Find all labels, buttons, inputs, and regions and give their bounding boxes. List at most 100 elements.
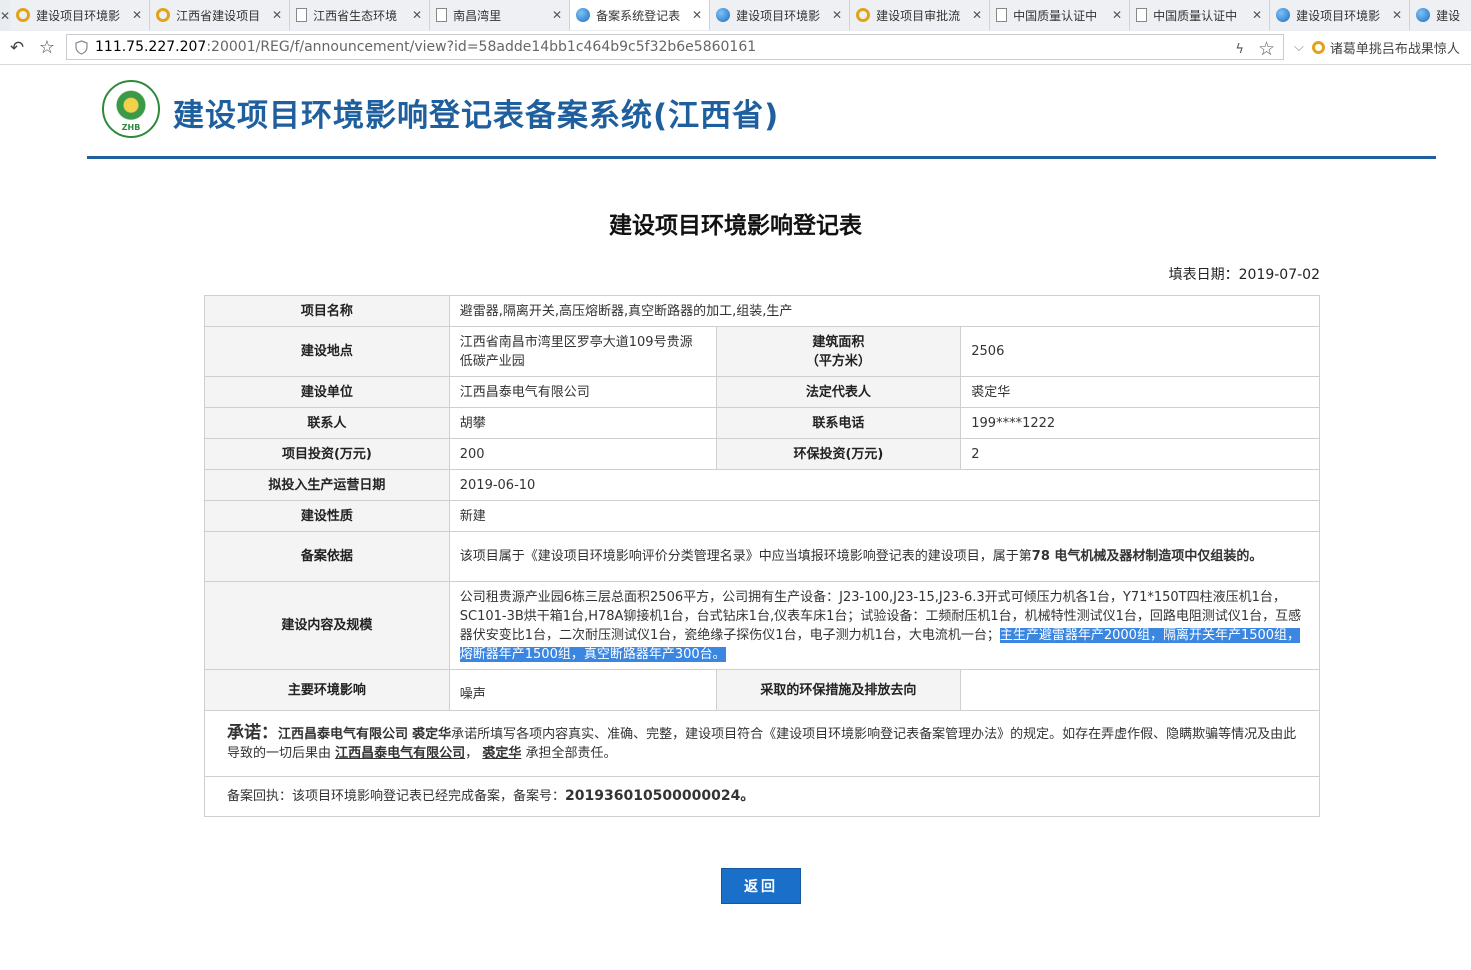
tab-8[interactable]: 中国质量认证中 ✕ bbox=[1130, 0, 1271, 30]
table-row: 建设单位 江西昌泰电气有限公司 法定代表人 裘定华 bbox=[204, 376, 1320, 408]
tab-4[interactable]: 备案系统登记表 ✕ bbox=[570, 0, 711, 30]
label-unit: 建设单位 bbox=[204, 376, 450, 408]
tab-5[interactable]: 建设项目环境影 ✕ bbox=[710, 0, 851, 30]
tab-7[interactable]: 中国质量认证中 ✕ bbox=[990, 0, 1131, 30]
promise-person: 裘定华 bbox=[412, 727, 452, 742]
tab-list: 建设项目环境影 ✕ 江西省建设项目 ✕ 江西省生态环境 ✕ 南昌湾里 ✕ 备案系统登记表 ✕ 建设项… bbox=[10, 0, 1471, 31]
search-input[interactable]: ⌵ 诸葛单挑吕布战果惊人 bbox=[1288, 34, 1468, 60]
chevron-down-icon[interactable]: ⌵ bbox=[1294, 40, 1304, 55]
globe-icon bbox=[1276, 8, 1291, 22]
url-input[interactable]: 111.75.227.207:20001/REG/f/announcement/… bbox=[66, 34, 1284, 60]
tab-close-icon[interactable]: ✕ bbox=[1251, 8, 1263, 22]
url-actions: ϟ ☆ bbox=[1235, 38, 1275, 60]
tab-2[interactable]: 江西省生态环境 ✕ bbox=[290, 0, 431, 30]
document-icon bbox=[296, 8, 308, 22]
table-row: 主要环境影响 噪声 采取的环保措施及排放去向 bbox=[204, 669, 1320, 711]
tab-close-icon[interactable]: ✕ bbox=[1391, 8, 1403, 22]
tab-6[interactable]: 建设项目审批流 ✕ bbox=[850, 0, 991, 30]
value-content: 公司租贵源产业园6栋三层总面积2506平方，公司拥有生产设备：J23-100,J… bbox=[448, 581, 1321, 670]
circle-icon bbox=[156, 8, 171, 22]
tab-label: 江西省建设项目 bbox=[176, 8, 261, 23]
page-title: 建设项目环境影响登记表 bbox=[609, 213, 862, 239]
label-start-date: 拟投入生产运营日期 bbox=[204, 469, 450, 501]
label-env-investment: 环保投资(万元) bbox=[715, 438, 962, 470]
search-text: 诸葛单挑吕布战果惊人 bbox=[1329, 41, 1460, 57]
tab-1[interactable]: 江西省建设项目 ✕ bbox=[150, 0, 291, 30]
globe-icon bbox=[576, 8, 591, 22]
promise-person-underlined: 裘定华 bbox=[482, 746, 522, 761]
table-row: 联系人 胡攀 联系电话 199****1222 bbox=[204, 407, 1320, 439]
tab-label: 江西省生态环境 bbox=[313, 8, 398, 23]
promise-company-underlined: 江西昌泰电气有限公司 bbox=[335, 746, 466, 761]
tab-close-icon[interactable]: ✕ bbox=[831, 8, 843, 22]
tab-close-icon[interactable]: ✕ bbox=[131, 8, 143, 22]
label-location: 建设地点 bbox=[204, 326, 450, 377]
close-icon[interactable]: ✕ bbox=[0, 0, 10, 31]
star-icon[interactable]: ☆ bbox=[34, 35, 60, 61]
label-basis: 备案依据 bbox=[204, 531, 450, 582]
tab-label: 建设项目环境影 bbox=[36, 8, 121, 23]
fill-date: 填表日期：2019-07-02 bbox=[1168, 267, 1320, 283]
tab-label: 建设项目环境影 bbox=[736, 8, 821, 23]
basis-text: 该项目属于《建设项目环境影响评价分类管理名录》中应当填报环境影响登记表的建设项目… bbox=[459, 549, 1032, 564]
value-investment: 200 bbox=[448, 438, 717, 470]
promise-statement: 承诺：江西昌泰电气有限公司 裘定华承诺所填写各项内容真实、准确、完整，建设项目符… bbox=[204, 710, 1320, 777]
promise-text-end: 承担全部责任。 bbox=[525, 746, 617, 761]
tab-3[interactable]: 南昌湾里 ✕ bbox=[430, 0, 571, 30]
label-phone: 联系电话 bbox=[715, 407, 962, 439]
promise-separator: ， bbox=[465, 746, 479, 761]
table-row: 项目投资(万元) 200 环保投资(万元) 2 bbox=[204, 438, 1320, 470]
value-measures bbox=[960, 669, 1320, 711]
value-impact: 噪声 bbox=[448, 669, 717, 711]
table-row: 项目名称 避雷器,隔离开关,高压熔断器,真空断路器的加工,组装,生产 bbox=[204, 295, 1321, 327]
value-phone: 199****1222 bbox=[960, 407, 1320, 439]
circle-icon bbox=[16, 8, 31, 22]
document-icon bbox=[436, 8, 448, 22]
tab-close-icon[interactable]: ✕ bbox=[691, 8, 703, 22]
basis-bold-text: 78 电气机械及器材制造项中仅组装的。 bbox=[1031, 549, 1263, 564]
tab-close-icon[interactable]: ✕ bbox=[411, 8, 423, 22]
value-basis: 该项目属于《建设项目环境影响评价分类管理名录》中应当填报环境影响登记表的建设项目… bbox=[448, 531, 1321, 582]
value-unit: 江西昌泰电气有限公司 bbox=[448, 376, 717, 408]
document-icon bbox=[996, 8, 1008, 22]
globe-icon bbox=[716, 8, 731, 22]
value-project-name: 避雷器,隔离开关,高压熔断器,真空断路器的加工,组装,生产 bbox=[448, 295, 1321, 327]
label-measures: 采取的环保措施及排放去向 bbox=[715, 669, 962, 711]
value-start-date: 2019-06-10 bbox=[448, 469, 1321, 501]
table-row: 备案回执：该项目环境影响登记表已经完成备案，备案号：20193601050000… bbox=[204, 776, 1320, 817]
tab-9[interactable]: 建设项目环境影 ✕ bbox=[1270, 0, 1411, 30]
address-toolbar: ↶ ☆ 111.75.227.207:20001/REG/f/announcem… bbox=[0, 31, 1471, 65]
table-row: 拟投入生产运营日期 2019-06-10 bbox=[204, 469, 1321, 501]
lightning-icon[interactable]: ϟ bbox=[1235, 42, 1244, 57]
tab-close-icon[interactable]: ✕ bbox=[551, 8, 563, 22]
circle-icon bbox=[856, 8, 871, 22]
tab-close-icon[interactable]: ✕ bbox=[1111, 8, 1123, 22]
label-area-unit: （平方米） bbox=[805, 353, 871, 369]
receipt-number: 201936010500000024。 bbox=[565, 788, 755, 804]
tab-label: 建设项目环境影 bbox=[1296, 8, 1381, 23]
back-button[interactable]: 返回 bbox=[721, 868, 801, 904]
tab-label: 备案系统登记表 bbox=[596, 8, 681, 23]
tab-close-icon[interactable]: ✕ bbox=[971, 8, 983, 22]
tab-0[interactable]: 建设项目环境影 ✕ bbox=[10, 0, 151, 30]
tab-label: 中国质量认证中 bbox=[1153, 8, 1238, 23]
tab-label: 南昌湾里 bbox=[453, 8, 502, 23]
search-engine-icon bbox=[1311, 40, 1325, 54]
tab-label: 建设 bbox=[1436, 8, 1461, 23]
value-area: 2506 bbox=[960, 326, 1320, 377]
label-project-name: 项目名称 bbox=[204, 295, 450, 327]
table-row: 建设内容及规模 公司租贵源产业园6栋三层总面积2506平方，公司拥有生产设备：J… bbox=[204, 581, 1321, 670]
label-investment: 项目投资(万元) bbox=[204, 438, 450, 470]
tab-10[interactable]: 建设 bbox=[1410, 0, 1471, 30]
favorite-star-icon[interactable]: ☆ bbox=[1258, 38, 1275, 60]
globe-icon bbox=[1416, 8, 1431, 22]
tab-close-icon[interactable]: ✕ bbox=[271, 8, 283, 22]
table-row: 承诺：江西昌泰电气有限公司 裘定华承诺所填写各项内容真实、准确、完整，建设项目符… bbox=[204, 710, 1320, 777]
url-text: 111.75.227.207:20001/REG/f/announcement/… bbox=[95, 39, 757, 55]
site-header: ZHB 建设项目环境影响登记表备案系统(江西省) bbox=[87, 74, 1436, 159]
back-icon[interactable]: ↶ bbox=[4, 35, 30, 61]
zhb-logo: ZHB bbox=[102, 80, 160, 138]
label-impact: 主要环境影响 bbox=[204, 669, 450, 711]
tab-label: 建设项目审批流 bbox=[876, 8, 961, 23]
site-title: 建设项目环境影响登记表备案系统(江西省) bbox=[173, 98, 780, 134]
